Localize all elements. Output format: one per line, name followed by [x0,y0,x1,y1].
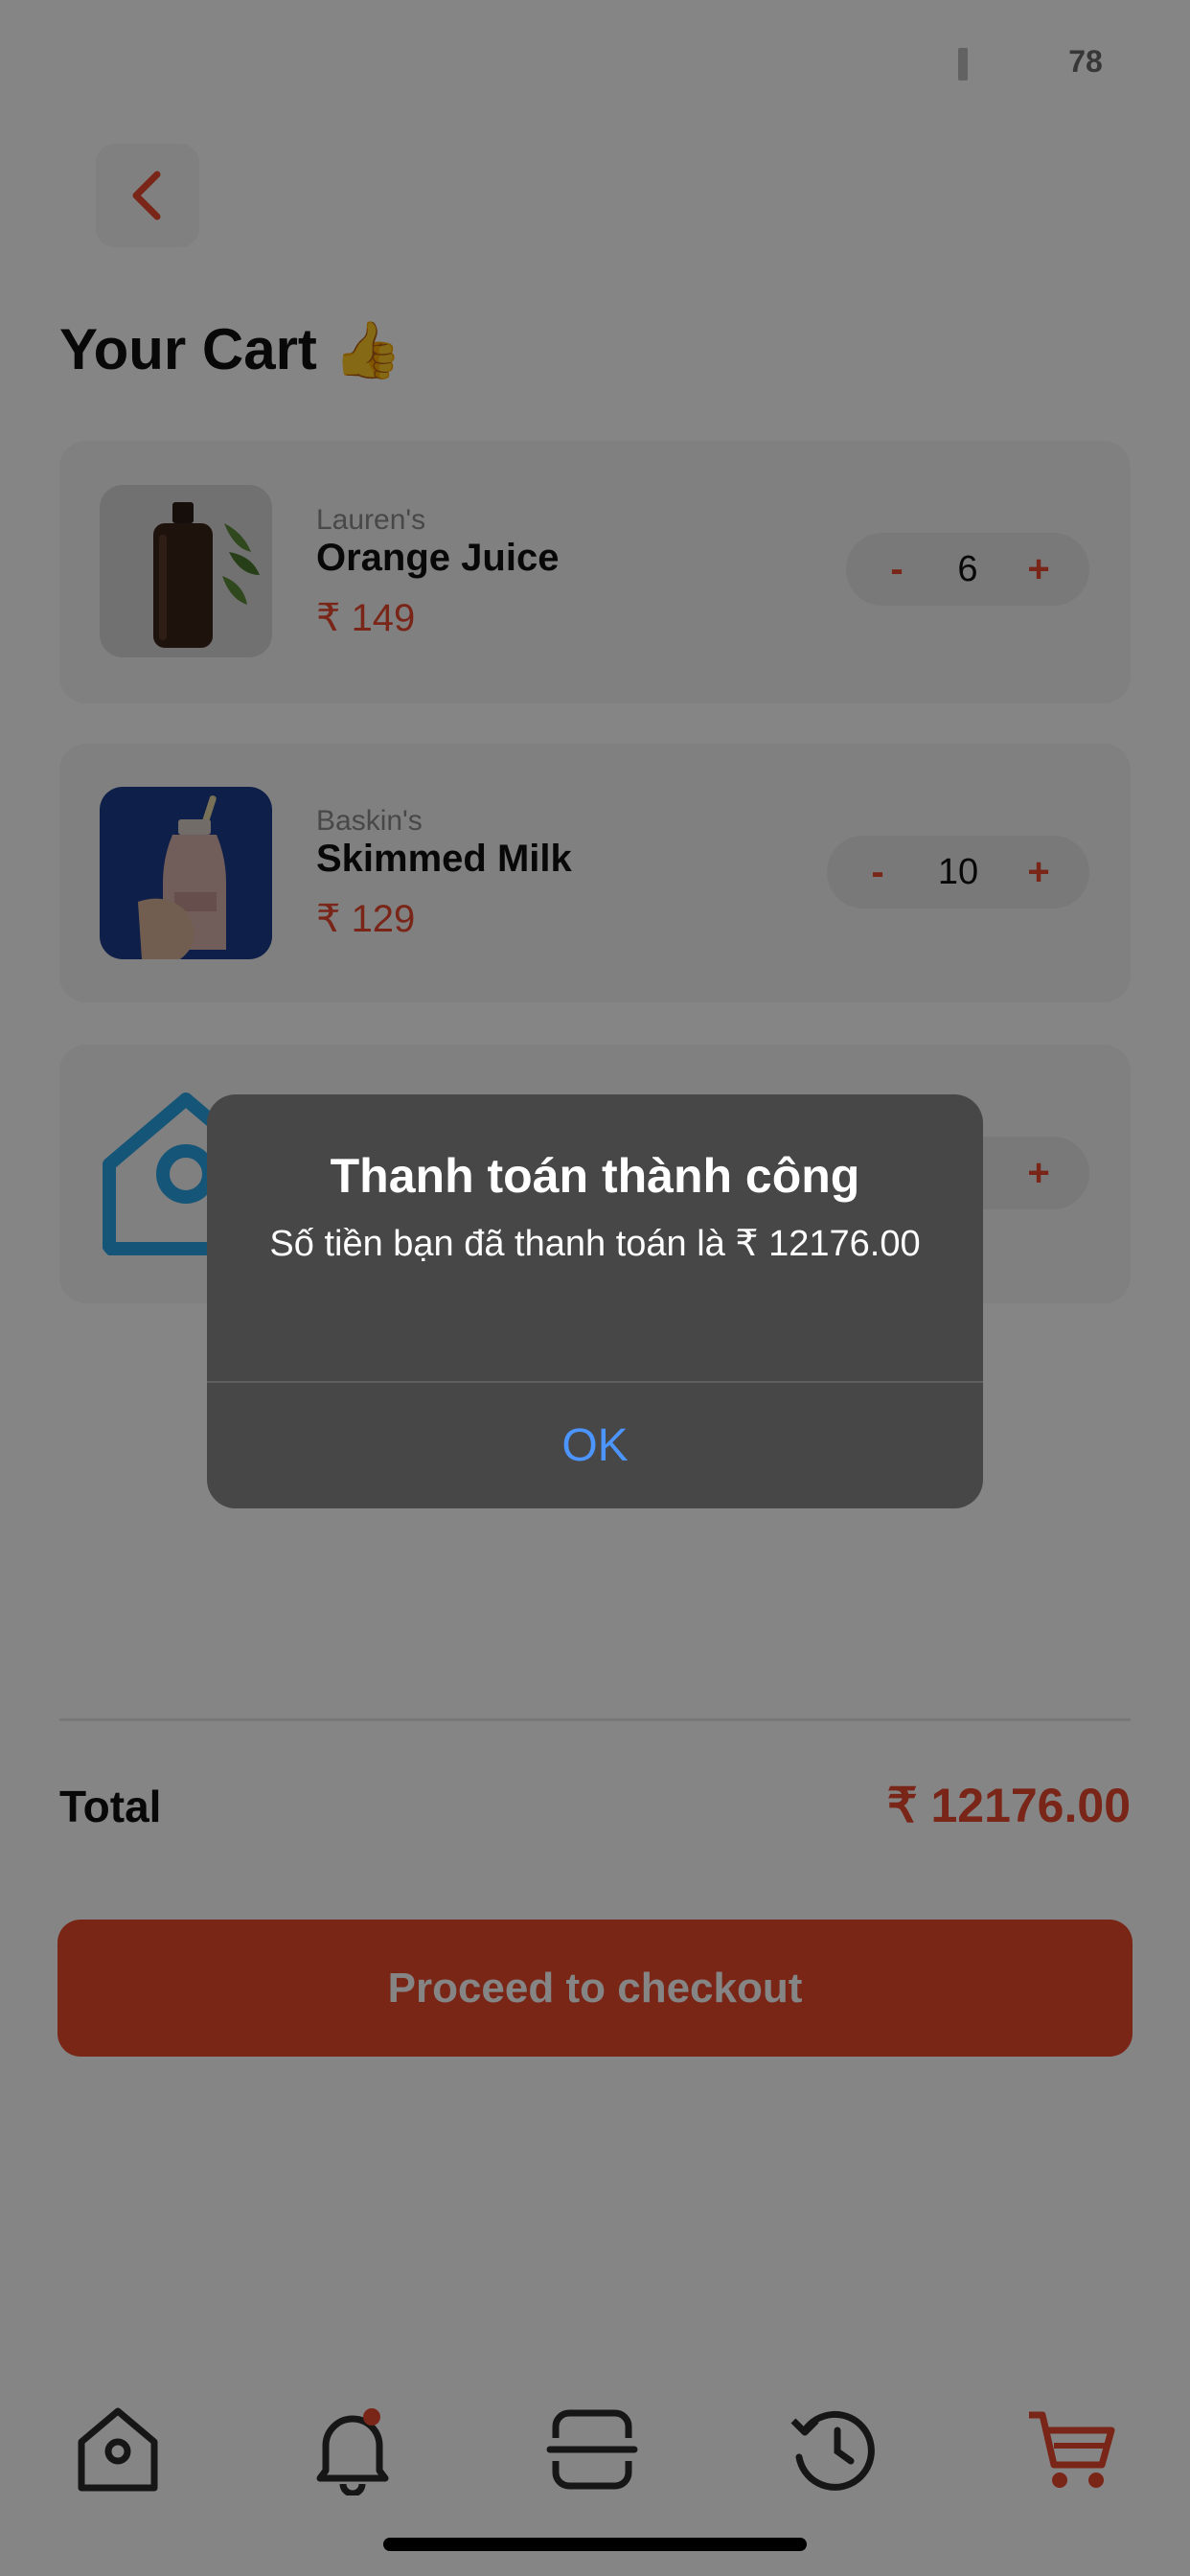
payment-success-alert: Thanh toán thành công Số tiền bạn đã tha… [207,1094,983,1508]
alert-title: Thanh toán thành công [330,1149,860,1203]
alert-ok-button[interactable]: OK [207,1383,983,1508]
alert-message: Số tiền bạn đã thanh toán là ₹ 12176.00 [269,1224,921,1264]
home-indicator[interactable] [383,2538,807,2551]
